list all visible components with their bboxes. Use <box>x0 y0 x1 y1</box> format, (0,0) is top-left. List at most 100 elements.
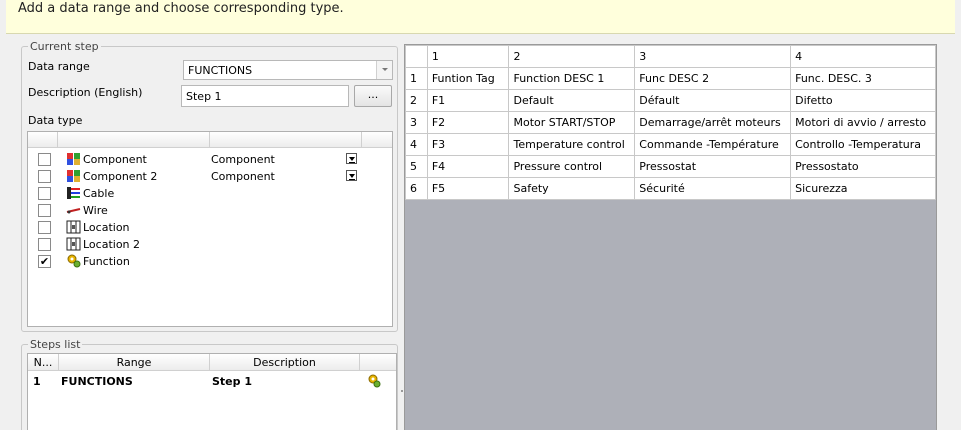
table-cell[interactable]: Default <box>508 89 636 112</box>
column-header[interactable]: 4 <box>790 45 936 68</box>
data-type-checkbox[interactable] <box>38 238 51 251</box>
table-row: 1 Funtion Tag Function DESC 1 Func DESC 2 Fu… <box>405 67 936 90</box>
splitter-grip <box>401 390 403 392</box>
table-cell[interactable]: Sicurezza <box>790 177 936 200</box>
browse-button[interactable]: ... <box>354 85 392 107</box>
table-row: 6 F5 Safety Sécurité Sicurezza <box>405 177 936 200</box>
table-cell[interactable]: Pressure control <box>508 155 636 178</box>
table-cell[interactable]: F1 <box>426 89 510 112</box>
column-header[interactable]: 2 <box>508 45 636 68</box>
row-header[interactable]: 6 <box>405 177 428 200</box>
data-grid[interactable]: 1 2 3 4 1 Funtion Tag Function DESC 1 Func … <box>404 44 937 430</box>
data-range-combo[interactable]: FUNCTIONS <box>183 60 393 80</box>
data-range-label: Data range <box>28 60 90 73</box>
table-cell[interactable]: Sécurité <box>634 177 792 200</box>
table-cell[interactable]: Motori di avvio / arresto <box>790 111 936 134</box>
column-header[interactable]: 3 <box>634 45 792 68</box>
table-cell[interactable]: Défault <box>634 89 792 112</box>
panel-splitter[interactable] <box>400 40 403 430</box>
row-header[interactable]: 4 <box>405 133 428 156</box>
table-cell[interactable]: F4 <box>426 155 510 178</box>
column-header[interactable]: 1 <box>426 45 510 68</box>
component-icon <box>66 152 81 166</box>
data-table: 1 2 3 4 1 Funtion Tag Function DESC 1 Func … <box>405 45 936 200</box>
table-cell[interactable]: Difetto <box>790 89 936 112</box>
table-cell[interactable]: Func DESC 2 <box>634 67 792 90</box>
table-cell[interactable]: Temperature control <box>508 133 636 156</box>
function-icon <box>66 254 81 268</box>
row-header[interactable]: 1 <box>405 67 428 90</box>
table-cell[interactable]: Demarrage/arrêt moteurs <box>634 111 792 134</box>
description-value: Step 1 <box>186 90 222 103</box>
data-type-value: Component <box>211 153 275 166</box>
data-range-value: FUNCTIONS <box>188 64 253 77</box>
chevron-down-icon[interactable] <box>346 153 357 164</box>
data-type-list-header <box>28 132 392 148</box>
table-cell[interactable]: F2 <box>426 111 510 134</box>
data-type-list[interactable]: Component Component Component 2 Component Ca… <box>27 131 393 327</box>
banner-left-frame <box>0 0 6 34</box>
corner-cell[interactable] <box>405 45 428 68</box>
steps-list-legend: Steps list <box>30 338 81 351</box>
row-header[interactable]: 3 <box>405 111 428 134</box>
banner-right-frame <box>955 0 961 34</box>
column-header-description[interactable]: Description <box>210 354 360 371</box>
table-cell[interactable]: Controllo -Temperatura <box>790 133 936 156</box>
table-cell[interactable]: F5 <box>426 177 510 200</box>
row-header[interactable]: 5 <box>405 155 428 178</box>
data-type-row[interactable]: Component Component <box>28 151 392 168</box>
list-item[interactable]: 1 FUNCTIONS Step 1 <box>28 373 396 391</box>
data-type-name: Location 2 <box>83 238 141 251</box>
data-type-name: Cable <box>83 187 115 200</box>
cable-icon <box>66 186 81 200</box>
description-label: Description (English) <box>28 86 143 99</box>
step-number: 1 <box>33 375 41 388</box>
table-cell[interactable]: Pressostato <box>790 155 936 178</box>
table-cell[interactable]: Func. DESC. 3 <box>790 67 936 90</box>
data-type-checkbox[interactable] <box>38 221 51 234</box>
steps-list[interactable]: N... Range Description 1 FUNCTIONS Step … <box>27 353 397 430</box>
data-type-checkbox[interactable] <box>38 187 51 200</box>
data-type-label: Data type <box>28 114 83 127</box>
data-type-checkbox[interactable]: ✔ <box>38 255 51 268</box>
table-cell[interactable]: Safety <box>508 177 636 200</box>
data-type-checkbox[interactable] <box>38 204 51 217</box>
column-header-check <box>28 132 58 148</box>
table-row: 4 F3 Temperature control Commande -Températ… <box>405 133 936 156</box>
table-cell[interactable]: Funtion Tag <box>426 67 510 90</box>
data-type-checkbox[interactable] <box>38 170 51 183</box>
data-type-row[interactable]: Location <box>28 219 392 236</box>
description-input[interactable]: Step 1 <box>181 85 349 107</box>
table-row: 2 F1 Default Défault Difetto <box>405 89 936 112</box>
table-cell[interactable]: Commande -Température <box>634 133 792 156</box>
data-type-name: Wire <box>83 204 108 217</box>
table-row: 5 F4 Pressure control Pressostat Pressostato <box>405 155 936 178</box>
data-type-row[interactable]: ✔ Function <box>28 253 392 270</box>
chevron-down-icon[interactable] <box>376 61 392 79</box>
table-cell[interactable]: Pressostat <box>634 155 792 178</box>
chevron-down-icon[interactable] <box>346 170 357 181</box>
data-type-name: Component 2 <box>83 170 158 183</box>
step-range: FUNCTIONS <box>61 375 133 388</box>
column-header-name <box>58 132 210 148</box>
function-icon <box>366 373 382 392</box>
data-type-row[interactable]: Component 2 Component <box>28 168 392 185</box>
table-cell[interactable]: Motor START/STOP <box>508 111 636 134</box>
row-header[interactable]: 2 <box>405 89 428 112</box>
table-cell[interactable]: F3 <box>426 133 510 156</box>
info-banner: Add a data range and choose correspondin… <box>0 0 961 34</box>
table-cell[interactable]: Function DESC 1 <box>508 67 636 90</box>
data-type-checkbox[interactable] <box>38 153 51 166</box>
column-header-range[interactable]: Range <box>59 354 210 371</box>
data-type-row[interactable]: Location 2 <box>28 236 392 253</box>
location-icon <box>66 237 81 251</box>
column-header-row: 1 2 3 4 <box>405 45 936 68</box>
column-header-n[interactable]: N... <box>28 354 59 371</box>
data-type-value: Component <box>211 170 275 183</box>
column-header-type <box>210 132 362 148</box>
data-type-row[interactable]: Wire <box>28 202 392 219</box>
steps-list-header: N... Range Description <box>28 354 396 371</box>
data-type-row[interactable]: Cable <box>28 185 392 202</box>
table-row: 3 F2 Motor START/STOP Demarrage/arrêt moteu… <box>405 111 936 134</box>
location-icon <box>66 220 81 234</box>
